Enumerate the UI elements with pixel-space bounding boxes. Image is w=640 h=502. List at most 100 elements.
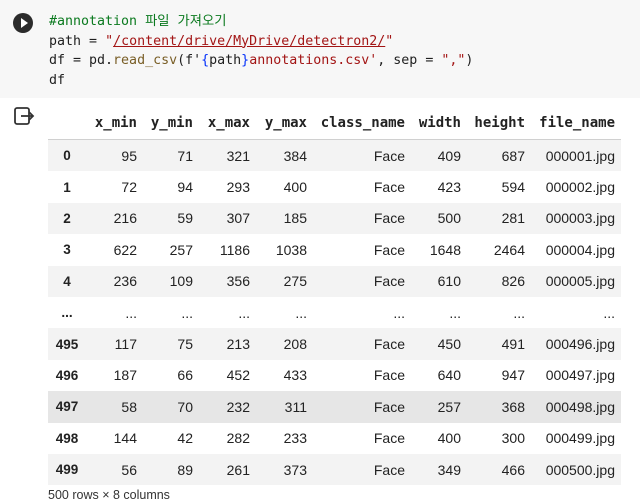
code-token: ","	[441, 53, 466, 68]
table-cell: ...	[449, 304, 461, 321]
row-index: 495	[48, 328, 86, 360]
column-header: height	[461, 106, 525, 140]
table-cell: 71	[137, 139, 193, 172]
table-header-row: x_min y_min x_max y_max class_name width…	[48, 106, 621, 140]
code-token: (f'	[177, 53, 202, 68]
table-cell: 000001.jpg	[525, 139, 621, 172]
table-row: 496 187 66 452 433 Face 640 947 000497.jpg	[48, 360, 621, 391]
row-index: ...	[61, 305, 73, 321]
table-cell: 58	[86, 391, 137, 423]
table-cell: 208	[250, 328, 307, 360]
table-cell: 307	[193, 202, 250, 235]
table-cell: 000496.jpg	[525, 328, 621, 360]
play-icon[interactable]	[13, 13, 33, 33]
table-cell: 144	[113, 430, 137, 447]
row-index: 2	[48, 202, 86, 235]
table-row: 1 72 94 293 400 Face 423 594 000002.jpg	[48, 171, 621, 202]
table-cell: Face	[307, 328, 405, 360]
table-cell: 640	[437, 367, 461, 384]
table-cell: 56	[86, 453, 137, 486]
column-header: y_min	[137, 106, 193, 140]
code-token: df = pd.	[49, 53, 114, 68]
table-cell: Face	[307, 139, 405, 172]
table-cell: 433	[283, 367, 307, 384]
table-cell: 826	[461, 265, 525, 297]
index-header	[48, 106, 86, 140]
table-cell: 610	[405, 265, 461, 297]
table-cell: 117	[86, 328, 137, 360]
code-token: annotations.csv'	[249, 53, 378, 68]
table-cell: 89	[137, 453, 193, 486]
table-cell: 42	[177, 430, 193, 447]
code-token: }	[241, 53, 250, 68]
column-header: y_max	[250, 106, 307, 140]
code-token: df	[49, 72, 66, 88]
table-cell: 400	[283, 179, 307, 196]
path-link[interactable]: /content/drive/MyDrive/detectron2/	[113, 34, 385, 49]
table-cell: 94	[177, 179, 193, 196]
column-header: x_max	[193, 106, 250, 140]
row-index: 498	[55, 430, 79, 446]
table-cell: 594	[501, 179, 525, 196]
table-cell: 281	[461, 202, 525, 235]
row-index: 496	[55, 367, 79, 383]
table-cell: 300	[501, 430, 525, 447]
table-cell: 947	[501, 367, 525, 384]
table-cell: 000499.jpg	[545, 430, 615, 447]
code-editor[interactable]: #annotation 파일 가져오기 path = "/content/dri…	[49, 12, 473, 90]
dataframe-table: x_min y_min x_max y_max class_name width…	[48, 106, 621, 486]
table-cell: 423	[437, 179, 461, 196]
table-cell: ...	[181, 304, 193, 321]
table-cell: 66	[177, 367, 193, 384]
table-cell: 000500.jpg	[525, 453, 621, 486]
table-cell: 500	[405, 202, 461, 235]
table-cell: ...	[125, 304, 137, 321]
table-cell: 232	[193, 391, 250, 423]
table-cell: 261	[193, 453, 250, 486]
table-cell: 1038	[275, 241, 307, 258]
table-cell: 72	[121, 179, 137, 196]
row-index: 1	[63, 179, 71, 195]
column-header: width	[405, 106, 461, 140]
table-cell: Face	[373, 179, 405, 196]
table-cell: 185	[250, 202, 307, 235]
output-menu-icon[interactable]	[13, 106, 35, 126]
table-cell: ...	[603, 304, 615, 321]
code-token: path	[49, 33, 82, 49]
row-index: 0	[48, 139, 86, 172]
table-row: 4 236 109 356 275 Face 610 826 000005.jpg	[48, 265, 621, 297]
table-cell: 000498.jpg	[525, 391, 621, 423]
table-cell: 236	[86, 265, 137, 297]
table-row: 497 58 70 232 311 Face 257 368 000498.jpg	[48, 391, 621, 423]
table-cell: Face	[373, 430, 405, 447]
table-cell: 000003.jpg	[525, 202, 621, 235]
code-cell[interactable]: #annotation 파일 가져오기 path = "/content/dri…	[0, 0, 640, 98]
table-cell: 70	[137, 391, 193, 423]
column-header: x_min	[86, 106, 137, 140]
table-cell: 373	[250, 453, 307, 486]
table-cell: 400	[437, 430, 461, 447]
table-cell: 000497.jpg	[545, 367, 615, 384]
table-row: 3 622 257 1186 1038 Face 1648 2464 000004.jpg	[48, 234, 621, 265]
table-row: 498 144 42 282 233 Face 400 300 000499.jpg	[48, 423, 621, 454]
column-header: file_name	[525, 106, 621, 140]
table-cell: 257	[405, 391, 461, 423]
table-cell: 384	[250, 139, 307, 172]
code-token: {	[201, 53, 210, 68]
table-cell: Face	[373, 241, 405, 258]
table-cell: 216	[86, 202, 137, 235]
table-cell: 368	[461, 391, 525, 423]
table-cell: 466	[461, 453, 525, 486]
table-cell: 282	[226, 430, 250, 447]
row-index: 4	[48, 265, 86, 297]
row-index: 497	[48, 391, 86, 423]
dataframe-output: x_min y_min x_max y_max class_name width…	[48, 106, 621, 486]
table-cell: 257	[169, 241, 193, 258]
dataframe-shape: 500 rows × 8 columns	[48, 488, 170, 502]
table-cell: 622	[113, 241, 137, 258]
table-cell: 2464	[493, 241, 525, 258]
code-token: path	[209, 53, 242, 68]
table-cell: 187	[113, 367, 137, 384]
table-cell: 000005.jpg	[525, 265, 621, 297]
table-row: 495 117 75 213 208 Face 450 491 000496.jpg	[48, 328, 621, 360]
